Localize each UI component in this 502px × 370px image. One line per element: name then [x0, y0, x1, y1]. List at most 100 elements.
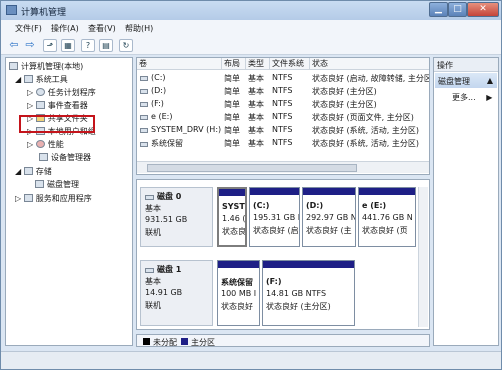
- maximize-button[interactable]: □: [448, 2, 467, 17]
- volume-layout: 简单: [224, 100, 240, 109]
- volume-name: (F:): [140, 99, 222, 108]
- disk-0-name: 磁盘 0: [145, 191, 181, 202]
- disk-1-name: 磁盘 1: [145, 264, 181, 275]
- title-bar[interactable]: 计算机管理 ▁ □ ✕: [1, 1, 501, 20]
- volume-type: 基本: [248, 139, 264, 148]
- horizontal-scrollbar[interactable]: [137, 161, 429, 173]
- volume-status: 状态良好 (系统, 活动, 主分区): [312, 126, 419, 135]
- primary-partition-bar: [250, 188, 299, 195]
- partition-system-drv[interactable]: SYST 1.46 ( 状态良: [217, 187, 247, 247]
- computer-management-window: 计算机管理 ▁ □ ✕ 文件(F) 操作(A) 查看(V) 帮助(H) ⇦ ⇨ …: [0, 0, 502, 370]
- volume-layout: 简单: [224, 139, 240, 148]
- actions-more[interactable]: 更多... ▶: [452, 92, 492, 103]
- volume-type: 基本: [248, 100, 264, 109]
- tools-icon: [23, 75, 33, 83]
- volume-icon: [140, 76, 148, 81]
- tree-disk-management[interactable]: 磁盘管理: [35, 179, 79, 190]
- volume-status: 状态良好 (主分区): [312, 87, 377, 96]
- show-hide-tree-icon[interactable]: ▦: [61, 39, 75, 52]
- disk-0-type: 基本: [145, 204, 161, 213]
- tree-task-scheduler[interactable]: ▷ 任务计划程序: [27, 87, 96, 98]
- volume-type: 基本: [248, 126, 264, 135]
- column-header-status[interactable]: 状态: [310, 58, 429, 70]
- menu-help[interactable]: 帮助(H): [125, 23, 153, 34]
- column-header-filesystem[interactable]: 文件系统: [270, 58, 310, 70]
- volume-list: 卷 布局 类型 文件系统 状态 (C:) 简单 基本 NTFS 状态良好 (启动…: [136, 57, 430, 175]
- event-log-icon: [35, 101, 45, 109]
- vertical-scrollbar[interactable]: [418, 187, 428, 327]
- disk-0-info[interactable]: 磁盘 0 基本 931.51 GB 联机: [140, 187, 213, 247]
- column-header-volume[interactable]: 卷: [137, 58, 222, 70]
- minimize-button[interactable]: ▁: [429, 2, 448, 17]
- partition-system-reserved[interactable]: 系统保留 100 MB I 状态良好: [217, 260, 260, 326]
- volume-status: 状态良好 (系统, 活动, 主分区): [312, 139, 419, 148]
- disk-icon: [145, 195, 154, 200]
- properties-icon[interactable]: ▤: [99, 39, 113, 52]
- expand-arrow-icon[interactable]: ▷: [27, 88, 36, 97]
- menu-action[interactable]: 操作(A): [51, 23, 79, 34]
- tree-storage[interactable]: ◢ 存储: [15, 166, 52, 177]
- expand-arrow-icon[interactable]: ▷: [15, 194, 24, 203]
- primary-partition-bar: [263, 261, 354, 268]
- volume-name: e (E:): [140, 112, 222, 121]
- computer-management-icon: [6, 5, 17, 15]
- menu-view[interactable]: 查看(V): [88, 23, 116, 34]
- disk-1-info[interactable]: 磁盘 1 基本 14.91 GB 联机: [140, 260, 213, 326]
- actions-section-disk-management[interactable]: 磁盘管理 ▲: [435, 73, 497, 88]
- disk-layout-pane: 磁盘 0 基本 931.51 GB 联机 SYST 1.46 ( 状态良 (C:…: [136, 179, 430, 330]
- forward-arrow-icon[interactable]: ⇨: [23, 39, 37, 52]
- tree-root[interactable]: 计算机管理(本地): [9, 61, 83, 72]
- close-button[interactable]: ✕: [467, 2, 499, 17]
- tree-system-tools[interactable]: ◢ 系统工具: [15, 74, 68, 85]
- services-icon: [23, 194, 33, 202]
- partition-e[interactable]: e (E:) 441.76 GB N 状态良好 (页: [358, 187, 416, 247]
- volume-status: 状态良好 (主分区): [312, 100, 377, 109]
- disk-0-state: 联机: [145, 228, 161, 237]
- tree-services-apps[interactable]: ▷ 服务和应用程序: [15, 193, 92, 204]
- column-header-type[interactable]: 类型: [246, 58, 270, 70]
- volume-name: 系统保留: [140, 138, 222, 149]
- tree-device-manager[interactable]: 设备管理器: [39, 152, 91, 163]
- volume-status: 状态良好 (页面文件, 主分区): [312, 113, 414, 122]
- actions-pane: 操作 磁盘管理 ▲ 更多... ▶: [433, 57, 499, 346]
- menu-file[interactable]: 文件(F): [15, 23, 42, 34]
- volume-icon: [140, 142, 148, 147]
- primary-partition-bar: [218, 261, 259, 268]
- tree-event-viewer[interactable]: ▷ 事件查看器: [27, 100, 88, 111]
- up-folder-icon[interactable]: ⬏: [43, 39, 57, 52]
- volume-filesystem: NTFS: [272, 99, 293, 108]
- collapse-up-icon[interactable]: ▲: [487, 76, 493, 85]
- volume-filesystem: NTFS: [272, 125, 293, 134]
- volume-type: 基本: [248, 113, 264, 122]
- refresh-icon[interactable]: ↻: [119, 39, 133, 52]
- disk-1-type: 基本: [145, 277, 161, 286]
- disk-1-size: 14.91 GB: [145, 288, 183, 297]
- primary-partition-bar: [303, 188, 355, 195]
- scroll-thumb[interactable]: [147, 164, 357, 172]
- legend-primary: 主分区: [191, 338, 215, 347]
- volume-type: 基本: [248, 74, 264, 83]
- disk-0-size: 931.51 GB: [145, 215, 188, 224]
- help-icon[interactable]: ?: [81, 39, 95, 52]
- partition-c[interactable]: (C:) 195.31 GB I 状态良好 (启: [249, 187, 300, 247]
- primary-partition-bar: [359, 188, 415, 195]
- navigation-tree: 计算机管理(本地) ◢ 系统工具 ▷ 任务计划程序 ▷ 事件查看器 ▷ 共享文件…: [5, 57, 133, 346]
- collapse-arrow-icon[interactable]: ◢: [15, 167, 24, 176]
- volume-name: SYSTEM_DRV (H:): [140, 125, 222, 134]
- highlight-annotation: [19, 115, 95, 133]
- disk-icon: [145, 268, 154, 273]
- submenu-arrow-icon: ▶: [486, 93, 493, 102]
- column-header-layout[interactable]: 布局: [222, 58, 246, 70]
- collapse-arrow-icon[interactable]: ◢: [15, 75, 24, 84]
- tree-performance[interactable]: ▷ 性能: [27, 139, 64, 150]
- partition-d[interactable]: (D:) 292.97 GB N 状态良好 (主: [302, 187, 356, 247]
- back-arrow-icon[interactable]: ⇦: [7, 39, 21, 52]
- expand-arrow-icon[interactable]: ▷: [27, 101, 36, 110]
- performance-icon: [35, 140, 45, 148]
- volume-name: (D:): [140, 86, 222, 95]
- computer-icon: [9, 62, 18, 70]
- expand-arrow-icon[interactable]: ▷: [27, 140, 36, 149]
- volume-type: 基本: [248, 87, 264, 96]
- partition-f[interactable]: (F:) 14.81 GB NTFS 状态良好 (主分区): [262, 260, 355, 326]
- clock-icon: [35, 88, 45, 96]
